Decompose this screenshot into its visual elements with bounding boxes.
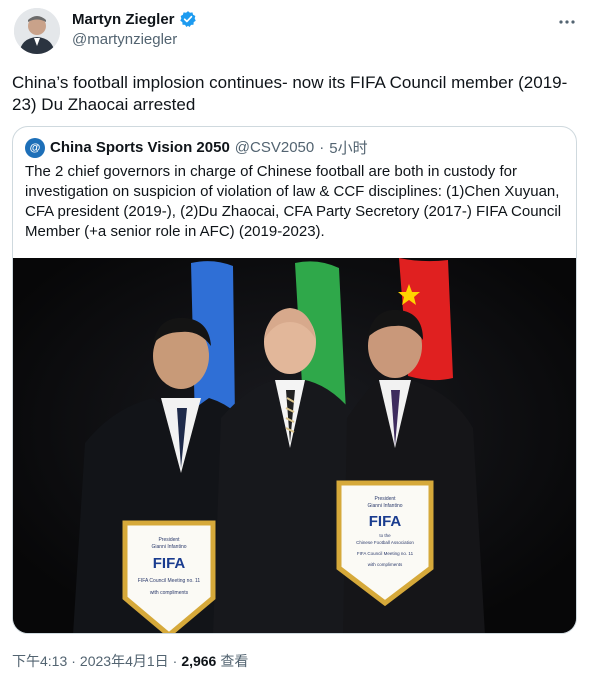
quoted-tweet-header: @ China Sports Vision 2050 @CSV2050 · 5小… (25, 137, 368, 158)
quoted-separator: · (319, 139, 325, 156)
author-name-row: Martyn Ziegler (72, 10, 197, 28)
pennant-right-logo: FIFA (369, 513, 402, 530)
author-name[interactable]: Martyn Ziegler (72, 11, 175, 28)
tweet-time[interactable]: 下午4:13 (12, 651, 67, 671)
footer-separator: · (172, 653, 178, 669)
quoted-time[interactable]: 5小时 (329, 137, 367, 158)
pennant-left-line1: President (158, 537, 180, 543)
tweet-date[interactable]: 2023年4月1日 (80, 651, 169, 671)
quoted-author-handle[interactable]: @CSV2050 (235, 139, 314, 156)
pennant-right-line6: with compliments (368, 562, 403, 567)
quoted-author-avatar[interactable]: @ (25, 137, 45, 158)
author-handle[interactable]: @martynziegler (72, 31, 197, 48)
pennant-right-line4: Chinese Football Association (356, 540, 414, 545)
verified-badge-icon (179, 10, 197, 28)
quoted-author-name[interactable]: China Sports Vision 2050 (50, 139, 230, 156)
views-count: 2,966 (181, 653, 217, 669)
pennant-left-logo: FIFA (153, 555, 186, 572)
pennant-right-line2: Gianni Infantino (367, 503, 402, 509)
author-avatar[interactable] (14, 8, 60, 54)
pennant-right-line1: President (374, 496, 396, 502)
pennant-right-line5: FIFA Council Meeting no. 11 (357, 551, 414, 556)
tweet-footer: 下午4:13 · 2023年4月1日 · 2,966 查看 (12, 651, 248, 671)
views-label: 查看 (220, 653, 249, 669)
pennant-left-line2: Gianni Infantino (151, 544, 186, 550)
quoted-tweet[interactable]: @ China Sports Vision 2050 @CSV2050 · 5小… (12, 126, 577, 634)
quoted-tweet-photo[interactable]: President Gianni Infantino FIFA FIFA Cou… (13, 258, 576, 633)
tweet: Martyn Ziegler @martynziegler China’s fo… (0, 0, 595, 676)
pennant-left-line3: FIFA Council Meeting no. 11 (138, 578, 201, 584)
quoted-tweet-text: The 2 chief governors in charge of Chine… (25, 163, 562, 240)
pennant-right-line3: to the (379, 533, 391, 538)
more-icon[interactable] (555, 10, 579, 34)
tweet-text: China’s football implosion continues- no… (12, 73, 568, 114)
author-info: Martyn Ziegler @martynziegler (72, 10, 197, 48)
footer-separator: · (71, 653, 76, 669)
pennant-left-line4: with compliments (150, 590, 189, 596)
